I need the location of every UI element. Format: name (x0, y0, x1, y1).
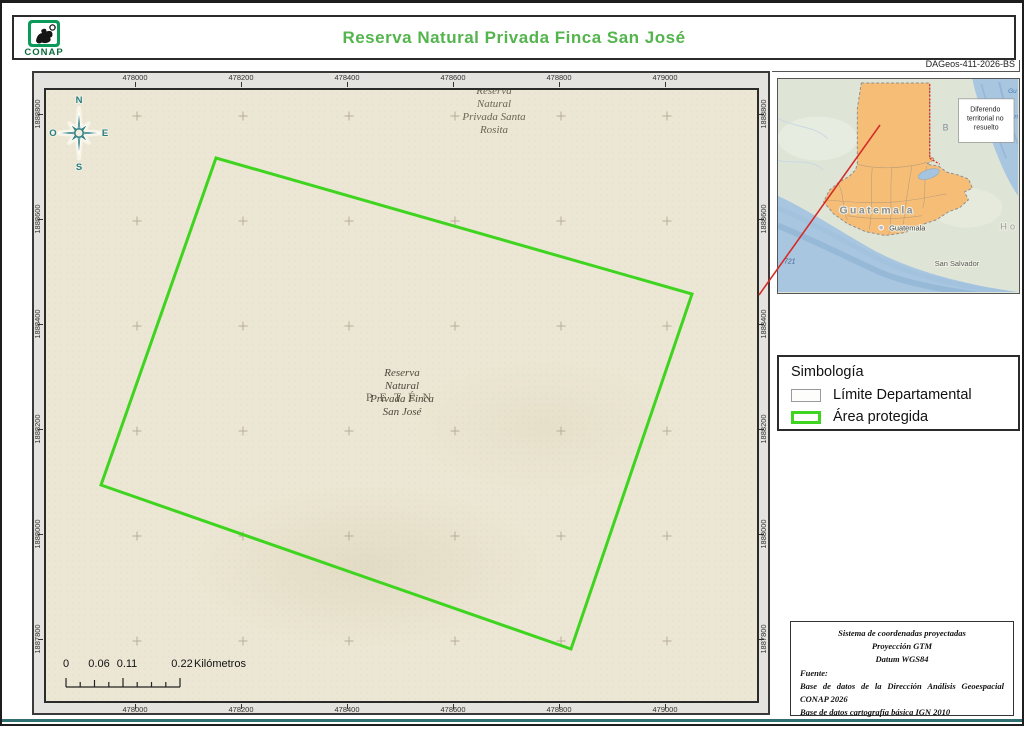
map-canvas: Reserva Natural Privada Santa Rosita PET… (44, 88, 759, 703)
compass-east-label: E (102, 128, 108, 139)
crs-line: Proyección GTM (871, 641, 933, 652)
compass-rose-icon: N E S O (48, 94, 109, 172)
header: CONAP Reserva Natural Privada Finca San … (12, 15, 1016, 60)
protected-area-swatch (791, 410, 821, 424)
inset-san-salvador-label: San Salvador (935, 259, 980, 268)
inset-belize-label: B (943, 123, 949, 133)
axis-tick (664, 82, 666, 87)
axis-tick (759, 113, 764, 115)
axis-tick (346, 704, 348, 709)
scale-tick-label: 0 (62, 658, 70, 670)
scale-tick-label: 0.06 (88, 658, 110, 670)
credits: Sistema de coordenadas proyectadas Proye… (790, 621, 1014, 718)
source-line: Base de datos de la Dirección Análisis G… (800, 680, 1004, 704)
legend: Simbología Límite Departamental Área pro… (777, 355, 1020, 431)
inset-country-label: Guatemala (839, 206, 914, 217)
conap-logo-label: CONAP (24, 46, 64, 58)
axis-tick (759, 323, 764, 325)
axis-tick (558, 704, 560, 709)
x-axis-label-top: 478600 (440, 73, 466, 82)
dispute-note: Diferendo territorial no resuelto (958, 98, 1015, 143)
inset-map-svg: Gu Hon B Guatemala Guatemala San Salvado… (776, 79, 1019, 300)
inset-sea-label-fragment: Gu (1008, 88, 1017, 95)
x-axis-label-top: 478400 (334, 73, 360, 82)
axis-tick (759, 428, 764, 430)
label-reserva-finca-san-jose: Reserva Natural Privada Finca San José (370, 367, 434, 418)
legend-title: Simbología (791, 364, 864, 380)
axis-tick (759, 218, 764, 220)
map-document-page: CONAP Reserva Natural Privada Finca San … (0, 0, 1024, 726)
label-reserva-santa-rosita: Reserva Natural Privada Santa Rosita (462, 88, 526, 136)
page-title: Reserva Natural Privada Finca San José (342, 28, 686, 47)
scale-tick-label: 0.22 (171, 658, 193, 670)
doc-code: DAGeos-411-2026-BS (925, 59, 1015, 69)
source-line: Base de datos cartografía básica IGN 201… (800, 707, 951, 718)
inset-capital-label: Guatemala (889, 224, 926, 233)
axis-tick (346, 82, 348, 87)
axis-tick (240, 82, 242, 87)
axis-tick (38, 533, 43, 535)
x-axis-label-top: 478800 (546, 73, 572, 82)
axis-tick (134, 82, 136, 87)
doc-code-box: DAGeos-411-2026-BS (772, 59, 1020, 72)
axis-tick (38, 428, 43, 430)
x-axis-label-top: 478200 (228, 73, 254, 82)
crs-line: Datum WGS84 (875, 654, 929, 665)
axis-tick (240, 704, 242, 709)
departmental-boundary-swatch (791, 388, 821, 402)
scale-tick-label: 0.11 (116, 658, 138, 670)
axis-tick (38, 218, 43, 220)
crs-line: Sistema de coordenadas proyectadas (838, 628, 966, 638)
compass-west-label: O (49, 128, 56, 139)
fuente-label: Fuente: (800, 667, 828, 678)
scale-bar: 0 0.06 0.11 0.22 Kilómetros (54, 658, 314, 696)
x-axis-label-top: 478000 (122, 73, 148, 82)
axis-tick (558, 82, 560, 87)
inset-map: Gu Hon B Guatemala Guatemala San Salvado… (776, 78, 1020, 300)
legend-item-protected: Área protegida (791, 409, 1006, 425)
footer-accent-bar (2, 719, 1022, 722)
axis-tick (664, 704, 666, 709)
capital-city-marker (878, 224, 885, 231)
axis-tick (452, 82, 454, 87)
axis-tick (134, 704, 136, 709)
x-axis-label-top: 479000 (652, 73, 678, 82)
scale-ruler (65, 678, 181, 688)
axis-tick (38, 323, 43, 325)
inset-honduras-label: Ho (1000, 221, 1018, 232)
axis-tick (38, 113, 43, 115)
scale-unit-label: Kilómetros (194, 658, 246, 670)
compass-south-label: S (76, 162, 82, 172)
legend-item-departmental: Límite Departamental (791, 387, 1006, 403)
inset-depth-number: 721 (784, 258, 796, 265)
axis-tick (759, 638, 764, 640)
axis-tick (38, 638, 43, 640)
axis-tick (452, 704, 454, 709)
axis-tick (759, 533, 764, 535)
compass-north-label: N (76, 95, 83, 106)
